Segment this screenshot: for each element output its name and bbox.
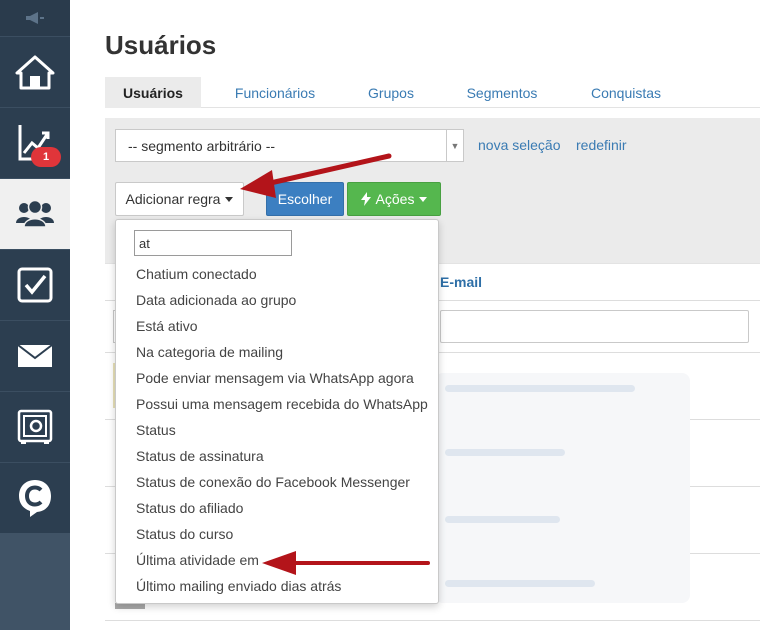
rule-option[interactable]: Chatium conectado [136,266,257,282]
page-title: Usuários [105,30,217,60]
home-icon [15,55,55,90]
blurred-email [445,449,565,456]
megaphone-icon [26,12,44,24]
rule-option[interactable]: Possui uma mensagem recebida do WhatsApp [136,396,428,412]
rule-option[interactable]: Último mailing enviado dias atrás [136,578,341,594]
new-selection-link[interactable]: nova seleção [478,137,561,153]
rule-option[interactable]: Status de assinatura [136,448,264,464]
choose-label: Escolher [277,191,333,207]
tab-users[interactable]: Usuários [105,77,201,108]
actions-button[interactable]: Ações [347,182,441,216]
sidebar-item-analytics[interactable]: 1 [0,108,70,179]
sidebar-item-home[interactable] [0,37,70,108]
add-rule-dropdown: Chatium conectado Data adicionada ao gru… [115,219,439,604]
segment-select[interactable]: -- segmento arbitrário -- ▼ [115,129,464,162]
tab-bar: Usuários Funcionários Grupos Segmentos C… [105,77,760,108]
sidebar-footer [0,533,70,630]
email-filter-input[interactable] [440,310,749,343]
safe-icon [17,409,53,444]
lightning-icon [360,192,371,206]
reset-link[interactable]: redefinir [576,137,627,153]
sidebar-top[interactable] [0,0,70,37]
tab-segments[interactable]: Segmentos [457,77,547,108]
sidebar: 1 [0,0,70,630]
sidebar-item-chatium[interactable] [0,463,70,534]
blurred-email [445,580,595,587]
rule-option[interactable]: Status [136,422,176,438]
add-rule-button[interactable]: Adicionar regra [115,182,244,216]
tab-achievements[interactable]: Conquistas [581,77,671,108]
rule-option[interactable]: Data adicionada ao grupo [136,292,296,308]
select-caret-icon[interactable]: ▼ [446,130,463,161]
users-icon [16,199,54,228]
segment-select-value: -- segmento arbitrário -- [128,137,276,154]
tab-groups[interactable]: Grupos [355,77,427,108]
choose-button[interactable]: Escolher [266,182,344,216]
rule-option[interactable]: Pode enviar mensagem via WhatsApp agora [136,370,414,386]
email-column-header[interactable]: E-mail [440,274,482,290]
add-rule-label: Adicionar regra [125,191,221,207]
actions-label: Ações [375,191,415,207]
checkbox-icon [17,267,53,303]
sidebar-item-mail[interactable] [0,321,70,392]
sidebar-item-users[interactable] [0,179,70,250]
rule-option[interactable]: Status de conexão do Facebook Messenger [136,474,410,490]
blurred-email-area [435,373,690,603]
tab-employees[interactable]: Funcionários [223,77,327,108]
notification-badge: 1 [31,147,61,167]
rule-option[interactable]: Status do curso [136,526,233,542]
rule-option[interactable]: Está ativo [136,318,197,334]
rule-option[interactable]: Status do afiliado [136,500,243,516]
blurred-email [445,385,635,392]
rule-option-last-activity[interactable]: Última atividade em [136,552,259,568]
rule-search-input[interactable] [134,230,292,256]
sidebar-item-tasks[interactable] [0,250,70,321]
blurred-email [445,516,560,523]
chevron-down-icon [225,196,234,202]
chatium-logo-icon [19,480,51,517]
mail-icon [17,344,53,367]
sidebar-item-safe[interactable] [0,392,70,463]
chevron-down-icon [419,196,428,202]
rule-option[interactable]: Na categoria de mailing [136,344,283,360]
